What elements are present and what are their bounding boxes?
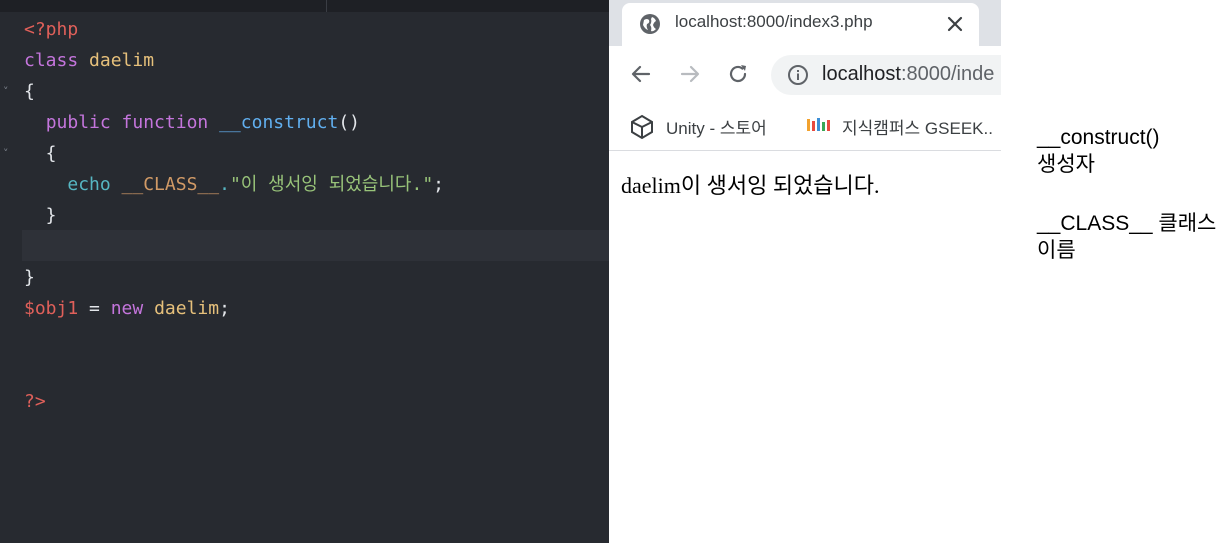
code-line[interactable]: class daelim bbox=[24, 45, 154, 76]
address-url[interactable]: localhost:8000/inde bbox=[822, 63, 994, 86]
code-token: $obj1 bbox=[24, 298, 79, 319]
code-token: <?php bbox=[24, 19, 79, 40]
reload-icon[interactable] bbox=[726, 62, 750, 86]
close-icon[interactable] bbox=[945, 14, 965, 34]
page-content: daelim이 생서잉 되었습니다. bbox=[609, 151, 1001, 543]
code-line[interactable]: { bbox=[24, 138, 57, 169]
code-token: __CLASS__ bbox=[121, 174, 220, 195]
note-construct: __construct() 생성자 bbox=[1037, 126, 1160, 176]
code-token: echo bbox=[67, 174, 122, 195]
code-token: = bbox=[78, 298, 111, 319]
code-token: { bbox=[24, 81, 35, 102]
code-line[interactable]: ?> bbox=[24, 386, 46, 417]
code-token: __construct bbox=[219, 112, 339, 133]
code-line[interactable]: } bbox=[24, 200, 57, 231]
code-token: new bbox=[110, 298, 155, 319]
browser-window: localhost:8000/index3.php localhost:8000… bbox=[609, 0, 1001, 543]
bookmarks-bar: Unity - 스토어 지식캠퍼스 GSEEK.. bbox=[609, 102, 1001, 151]
code-line[interactable]: $obj1 = new daelim; bbox=[24, 293, 230, 324]
code-token: { bbox=[24, 143, 57, 164]
code-token: public bbox=[45, 112, 122, 133]
code-token: function bbox=[121, 112, 220, 133]
code-line[interactable]: { bbox=[24, 76, 35, 107]
bookmark-unity[interactable]: Unity - 스토어 bbox=[629, 112, 789, 140]
code-line[interactable]: <?php bbox=[24, 14, 78, 45]
tab-separator bbox=[326, 0, 327, 12]
bookmark-unity-label: Unity - 스토어 bbox=[666, 119, 767, 138]
code-token: daelim bbox=[89, 50, 155, 71]
info-icon[interactable] bbox=[787, 64, 809, 86]
fold-marker-class[interactable]: ˅ bbox=[3, 76, 9, 107]
fold-marker-function[interactable]: ˅ bbox=[3, 138, 9, 169]
code-token: . bbox=[219, 174, 230, 195]
code-token: ?> bbox=[24, 391, 46, 412]
forward-arrow-icon[interactable] bbox=[678, 62, 702, 86]
tab-title: localhost:8000/index3.php bbox=[675, 12, 873, 31]
editor-tab-strip bbox=[0, 0, 609, 12]
address-host: localhost bbox=[822, 63, 901, 85]
code-line[interactable]: } bbox=[24, 262, 35, 293]
code-token: daelim bbox=[154, 298, 220, 319]
browser-toolbar: localhost:8000/inde bbox=[609, 46, 1001, 102]
code-token: ; bbox=[433, 174, 445, 195]
next-tab-edge bbox=[981, 6, 1001, 46]
code-token: "이 생서잉 되었습니다." bbox=[229, 174, 434, 195]
php-output-text: daelim이 생서잉 되었습니다. bbox=[621, 173, 880, 198]
code-editor[interactable]: ˅ ˅ <?php class daelim { public function _… bbox=[0, 0, 609, 543]
unity-logo-icon bbox=[631, 114, 653, 140]
address-bar[interactable]: localhost:8000/inde bbox=[771, 55, 1001, 95]
globe-icon bbox=[640, 14, 660, 34]
note-class-name: __CLASS__ 클래스 이름 bbox=[1037, 212, 1217, 262]
code-token: () bbox=[338, 112, 360, 133]
code-line[interactable]: public function __construct() bbox=[24, 107, 360, 138]
code-token: ; bbox=[219, 298, 230, 319]
notes-panel: __construct() 생성자 __CLASS__ 클래스 이름 bbox=[1001, 0, 1222, 543]
address-rest: :8000/inde bbox=[900, 63, 995, 85]
current-line-highlight bbox=[22, 230, 609, 261]
code-token: } bbox=[24, 205, 57, 226]
bookmark-gseek-label: 지식캠퍼스 GSEEK.. bbox=[842, 119, 993, 138]
gseek-logo-icon bbox=[807, 118, 830, 131]
browser-tab[interactable]: localhost:8000/index3.php bbox=[622, 3, 979, 46]
code-token: class bbox=[24, 50, 90, 71]
back-arrow-icon[interactable] bbox=[629, 62, 653, 86]
code-token: } bbox=[24, 267, 35, 288]
browser-tab-bar: localhost:8000/index3.php bbox=[609, 0, 1001, 46]
code-line[interactable]: echo __CLASS__."이 생서잉 되었습니다."; bbox=[24, 169, 444, 200]
bookmark-gseek[interactable]: 지식캠퍼스 GSEEK.. bbox=[805, 112, 1001, 140]
